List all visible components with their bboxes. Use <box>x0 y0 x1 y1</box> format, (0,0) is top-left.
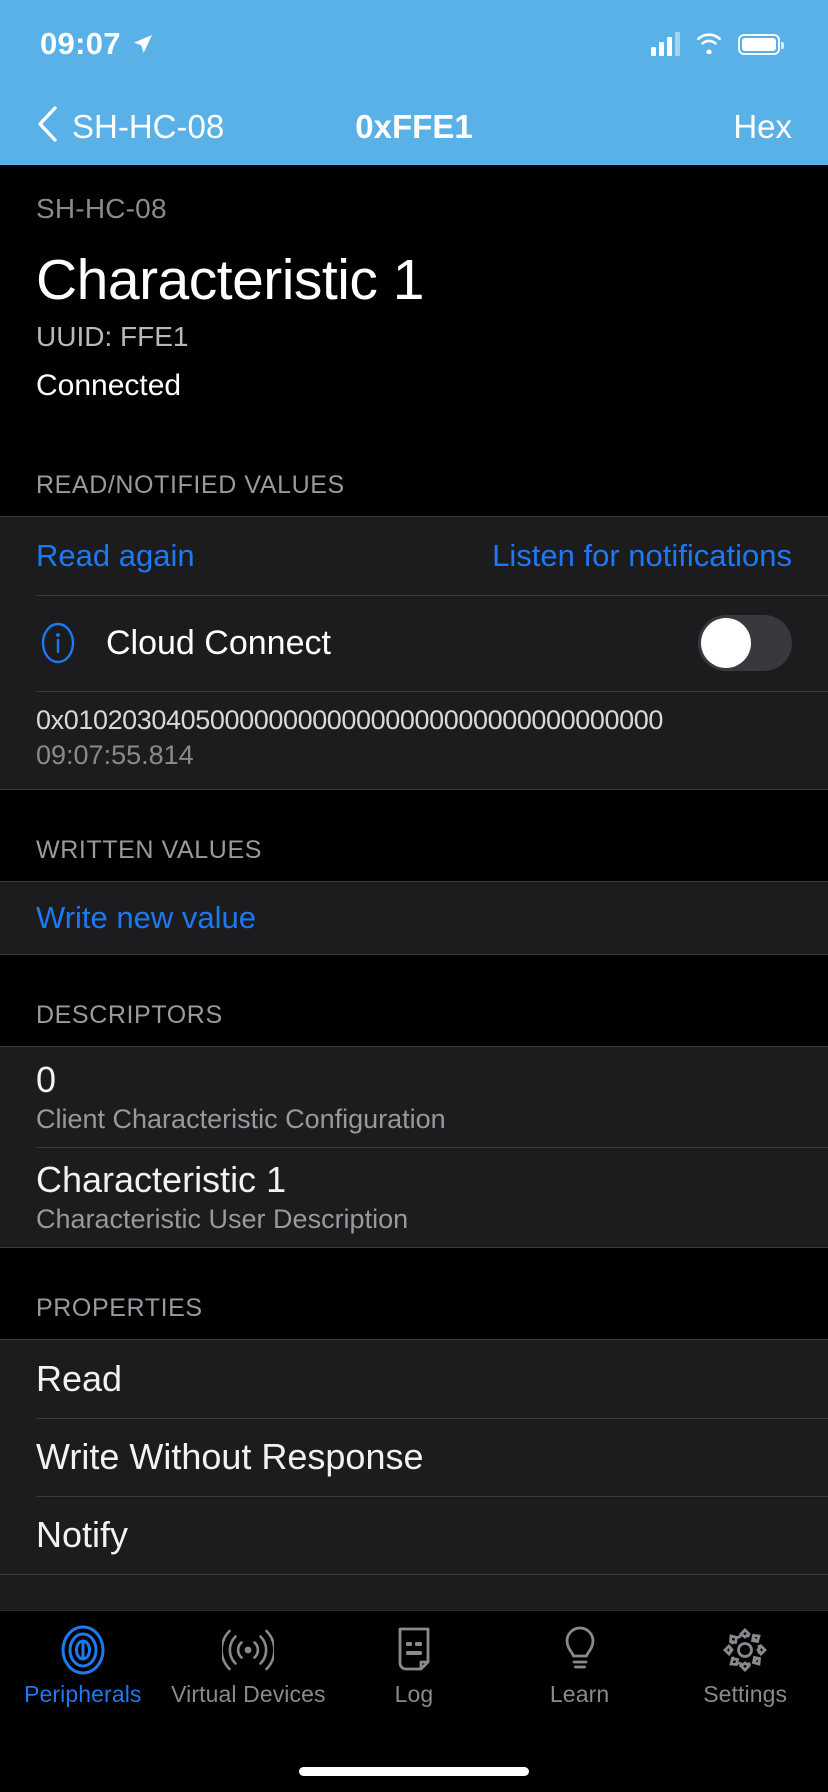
property-label: Notify <box>36 1514 129 1556</box>
home-indicator[interactable] <box>299 1766 529 1776</box>
location-arrow-icon <box>131 32 155 56</box>
read-again-button[interactable]: Read again <box>36 538 195 574</box>
written-values-group: Write new value <box>0 881 828 956</box>
read-actions-row: Read again Listen for notifications <box>0 517 828 596</box>
write-new-value-button[interactable]: Write new value <box>36 900 256 936</box>
tab-label: Log <box>394 1681 434 1707</box>
hex-format-button[interactable]: Hex <box>733 108 792 146</box>
cloud-connect-row[interactable]: Cloud Connect <box>0 595 828 692</box>
property-row-read: Read <box>0 1340 828 1419</box>
wifi-icon <box>694 30 724 59</box>
characteristic-title: Characteristic 1 <box>36 248 424 312</box>
content-scroll-area[interactable]: SH-HC-08 Characteristic 1 UUID: FFE1 Con… <box>0 165 828 1610</box>
descriptors-group: 0 Client Characteristic Configuration Ch… <box>0 1046 828 1249</box>
cloud-connect-toggle[interactable] <box>698 615 792 672</box>
tab-label: Settings <box>703 1681 788 1707</box>
property-label: Read <box>36 1358 123 1400</box>
tab-label: Virtual Devices <box>171 1681 326 1707</box>
chevron-left-icon <box>36 105 58 148</box>
gear-icon <box>721 1625 769 1675</box>
property-label: Write Without Response <box>36 1436 424 1478</box>
navigation-bar: SH-HC-08 0xFFE1 Hex <box>0 88 828 165</box>
property-row-notify: Notify <box>0 1496 828 1575</box>
read-value-hex: 0x01020304050000000000000000000000000000… <box>36 705 663 736</box>
tab-learn[interactable]: Learn <box>497 1625 663 1708</box>
property-row-write-without-response: Write Without Response <box>0 1418 828 1497</box>
descriptor-row[interactable]: 0 Client Characteristic Configuration <box>0 1047 828 1148</box>
info-circle-icon[interactable] <box>36 621 80 665</box>
listen-notifications-button[interactable]: Listen for notifications <box>492 538 792 574</box>
app-root: 09:07 SH-HC-08 0xFFE1 Hex SH-HC-08 Chara… <box>0 0 828 1792</box>
read-values-group: Read again Listen for notifications Clou… <box>0 516 828 791</box>
properties-group: Read Write Without Response Notify <box>0 1339 828 1576</box>
device-name: SH-HC-08 <box>36 193 167 224</box>
tab-bar: Peripherals Virtual Devices Log Learn Se… <box>0 1610 828 1750</box>
tab-peripherals[interactable]: Peripherals <box>0 1625 166 1708</box>
descriptor-name: Characteristic User Description <box>36 1204 409 1235</box>
section-header-descriptors: DESCRIPTORS <box>0 955 828 1047</box>
document-icon <box>394 1625 434 1675</box>
cloud-connect-label: Cloud Connect <box>106 623 331 662</box>
back-button[interactable]: SH-HC-08 <box>36 105 224 148</box>
characteristic-header: SH-HC-08 Characteristic 1 UUID: FFE1 Con… <box>0 165 828 426</box>
connection-status: Connected <box>36 369 182 403</box>
descriptor-name: Client Characteristic Configuration <box>36 1104 446 1135</box>
status-bar-clock: 09:07 <box>40 26 121 61</box>
cellular-signal-icon <box>651 32 680 56</box>
peripherals-icon <box>60 1625 106 1675</box>
content-filler <box>0 1575 828 1610</box>
descriptor-value: Characteristic 1 <box>36 1159 287 1201</box>
status-bar-left: 09:07 <box>40 26 155 62</box>
status-bar: 09:07 <box>0 0 828 88</box>
tab-log[interactable]: Log <box>331 1625 497 1708</box>
write-new-value-row[interactable]: Write new value <box>0 882 828 955</box>
section-header-read-values: READ/NOTIFIED VALUES <box>0 425 828 517</box>
status-bar-right <box>651 30 784 59</box>
read-value-timestamp: 09:07:55.814 <box>36 740 194 771</box>
lightbulb-icon <box>561 1625 599 1675</box>
tab-settings[interactable]: Settings <box>662 1625 828 1708</box>
toggle-knob <box>701 618 751 669</box>
section-header-written-values: WRITTEN VALUES <box>0 790 828 882</box>
descriptor-row[interactable]: Characteristic 1 Characteristic User Des… <box>0 1147 828 1248</box>
read-value-row[interactable]: 0x01020304050000000000000000000000000000… <box>0 691 828 790</box>
tab-label: Peripherals <box>24 1681 142 1707</box>
broadcast-icon <box>222 1625 275 1675</box>
battery-icon <box>738 33 784 55</box>
back-button-label: SH-HC-08 <box>72 107 225 145</box>
home-indicator-area <box>0 1750 828 1792</box>
tab-label: Learn <box>549 1681 610 1707</box>
section-header-properties: PROPERTIES <box>0 1248 828 1340</box>
characteristic-uuid: UUID: FFE1 <box>36 321 189 353</box>
tab-virtual-devices[interactable]: Virtual Devices <box>166 1625 332 1708</box>
descriptor-value: 0 <box>36 1059 57 1101</box>
